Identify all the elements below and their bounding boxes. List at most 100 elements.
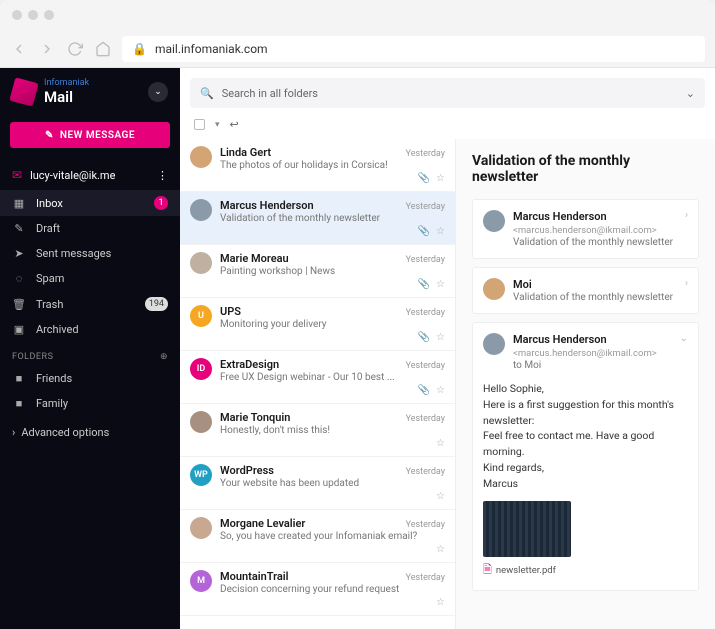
nav-inbox[interactable]: ▦ Inbox 1	[0, 190, 180, 216]
star-icon[interactable]: ☆	[436, 597, 445, 608]
home-icon[interactable]	[94, 40, 112, 58]
message-sender: Marcus Henderson	[220, 199, 314, 212]
inbox-badge: 1	[154, 196, 168, 210]
nav-spam[interactable]: ◌ Spam	[0, 266, 180, 291]
thread-item[interactable]: Moi Validation of the monthly newsletter…	[472, 267, 699, 314]
message-time: Yesterday	[406, 202, 445, 212]
message-time: Yesterday	[406, 467, 445, 477]
message-row[interactable]: Marie TonquinYesterdayHonestly, don't mi…	[180, 404, 455, 457]
brand-main: Mail	[44, 88, 140, 106]
message-sender: MountainTrail	[220, 570, 289, 583]
nav-trash-label: Trash	[36, 298, 63, 311]
brand-header: Infomaniak Mail ⌄	[0, 68, 180, 116]
kebab-icon[interactable]: ⋮	[157, 169, 168, 182]
thread-subject: Validation of the monthly newsletter	[513, 237, 677, 248]
url-text: mail.infomaniak.com	[155, 42, 268, 56]
search-placeholder: Search in all folders	[222, 87, 318, 100]
message-row[interactable]: IDExtraDesignYesterdayFree UX Design web…	[180, 351, 455, 404]
traffic-light-close[interactable]	[12, 10, 22, 20]
chevron-right-icon: ›	[12, 426, 15, 439]
star-icon[interactable]: ☆	[436, 385, 445, 396]
folder-friends-label: Friends	[36, 372, 72, 385]
message-time: Yesterday	[406, 255, 445, 265]
message-row[interactable]: Marcus Henderson YesterdayValidation of t…	[180, 192, 455, 245]
sent-icon: ➤	[12, 247, 26, 260]
message-subject: Painting workshop | News	[220, 266, 445, 277]
add-folder-icon[interactable]: ⊕	[160, 352, 168, 362]
folders-label: FOLDERS	[12, 352, 53, 362]
star-icon[interactable]: ☆	[436, 438, 445, 449]
avatar	[190, 411, 212, 433]
compose-icon: ✎	[45, 130, 54, 141]
message-row[interactable]: UUPSYesterdayMonitoring your delivery📎☆	[180, 298, 455, 351]
thread-email: <marcus.henderson@ikmail.com>	[513, 225, 657, 236]
message-row[interactable]: Morgane LevalierYesterdaySo, you have cr…	[180, 510, 455, 563]
attachment-icon: 📎	[418, 279, 430, 290]
avatar: ID	[190, 358, 212, 380]
message-subject: Honestly, don't miss this!	[220, 425, 445, 436]
folders-header: FOLDERS ⊕	[0, 342, 180, 366]
folder-icon: ■	[12, 397, 26, 410]
compose-label: NEW MESSAGE	[60, 130, 135, 141]
pdf-icon: 🗎	[483, 561, 492, 580]
reply-all-icon[interactable]: ↩	[230, 118, 239, 131]
folder-friends[interactable]: ■ Friends	[0, 366, 180, 391]
nav-sent[interactable]: ➤ Sent messages	[0, 241, 180, 266]
star-icon[interactable]: ☆	[436, 491, 445, 502]
message-time: Yesterday	[406, 149, 445, 159]
chevron-right-icon: ›	[685, 210, 688, 221]
message-sender: Marie Tonquin	[220, 411, 290, 424]
attachment-icon: 📎	[418, 332, 430, 343]
compose-button[interactable]: ✎ NEW MESSAGE	[10, 122, 170, 148]
search-input[interactable]: 🔍 Search in all folders ⌄	[190, 78, 705, 108]
reload-icon[interactable]	[66, 40, 84, 58]
trash-badge: 194	[145, 297, 168, 311]
thread-item[interactable]: Marcus Henderson <marcus.henderson@ikmai…	[472, 199, 699, 259]
advanced-options[interactable]: › Advanced options	[0, 416, 180, 449]
nav-sent-label: Sent messages	[36, 247, 111, 260]
star-icon[interactable]: ☆	[436, 544, 445, 555]
message-subject: Your website has been updated	[220, 478, 445, 489]
nav-inbox-label: Inbox	[36, 197, 63, 210]
message-time: Yesterday	[406, 308, 445, 318]
thread-sender: Marcus Henderson	[513, 333, 607, 346]
avatar	[483, 278, 505, 300]
trash-icon: 🗑	[12, 298, 26, 311]
nav-trash[interactable]: 🗑 Trash 194	[0, 291, 180, 317]
star-icon[interactable]: ☆	[436, 332, 445, 343]
message-sender: Linda Gert	[220, 146, 271, 159]
star-icon[interactable]: ☆	[436, 226, 445, 237]
message-row[interactable]: WPWordPressYesterdayYour website has bee…	[180, 457, 455, 510]
nav-archived[interactable]: ▣ Archived	[0, 317, 180, 342]
back-icon[interactable]	[10, 40, 28, 58]
traffic-light-max[interactable]	[44, 10, 54, 20]
message-row[interactable]: Linda GertYesterdayThe photos of our hol…	[180, 139, 455, 192]
attachment-icon: 📎	[418, 173, 430, 184]
select-all-checkbox[interactable]	[194, 119, 205, 130]
message-row[interactable]: Marie MoreauYesterdayPainting workshop |…	[180, 245, 455, 298]
url-field[interactable]: 🔒 mail.infomaniak.com	[122, 36, 705, 62]
search-icon: 🔍	[200, 87, 214, 100]
avatar	[190, 517, 212, 539]
forward-icon[interactable]	[38, 40, 56, 58]
traffic-light-min[interactable]	[28, 10, 38, 20]
folder-family[interactable]: ■ Family	[0, 391, 180, 416]
envelope-icon: ✉	[12, 168, 22, 182]
message-sender: Morgane Levalier	[220, 517, 305, 530]
chevron-down-icon[interactable]: ⌄	[686, 87, 695, 100]
star-icon[interactable]: ☆	[436, 279, 445, 290]
avatar: WP	[190, 464, 212, 486]
star-icon[interactable]: ☆	[436, 173, 445, 184]
account-row[interactable]: ✉ lucy-vitale@ik.me ⋮	[0, 160, 180, 190]
thread-sender: Moi	[513, 278, 532, 291]
message-subject: Validation of the monthly newsletter	[220, 213, 445, 224]
spam-icon: ◌	[12, 272, 26, 285]
chevron-down-icon[interactable]: ⌄	[680, 333, 688, 344]
attachment[interactable]: 🗎 newsletter.pdf	[483, 501, 688, 580]
nav-draft[interactable]: ✎ Draft	[0, 216, 180, 241]
brand-dropdown[interactable]: ⌄	[148, 82, 168, 102]
message-row[interactable]: MMountainTrailYesterdayDecision concerni…	[180, 563, 455, 616]
logo-icon	[9, 77, 38, 106]
nav-archived-label: Archived	[36, 323, 79, 336]
chevron-down-icon[interactable]: ▾	[215, 120, 220, 130]
